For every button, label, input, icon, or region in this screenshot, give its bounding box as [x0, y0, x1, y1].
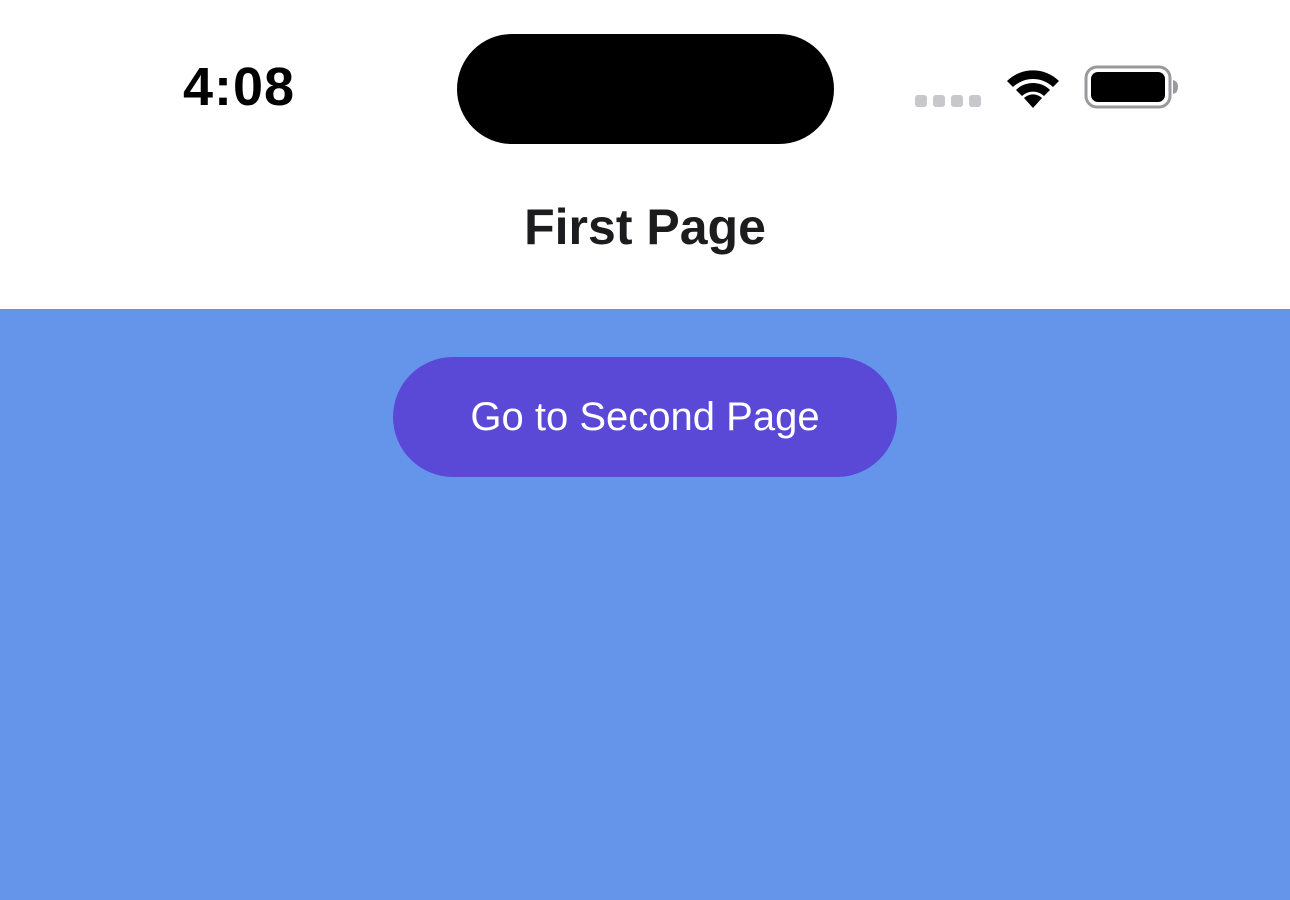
go-to-second-page-button[interactable]: Go to Second Page [393, 357, 897, 477]
signal-bar [915, 95, 927, 107]
app-screen: 4:08 First Page Go to Second Page [0, 0, 1290, 900]
content-area: Go to Second Page [0, 309, 1290, 900]
signal-bar [969, 95, 981, 107]
page-title: First Page [524, 199, 766, 255]
dynamic-island [457, 34, 834, 144]
battery-fill [1091, 72, 1165, 102]
cellular-signal-icon [915, 95, 985, 109]
signal-bar [951, 95, 963, 107]
signal-bar [933, 95, 945, 107]
status-bar: 4:08 [0, 0, 1290, 170]
battery-icon [1084, 65, 1178, 109]
status-time: 4:08 [183, 57, 296, 117]
wifi-icon [1007, 70, 1059, 108]
